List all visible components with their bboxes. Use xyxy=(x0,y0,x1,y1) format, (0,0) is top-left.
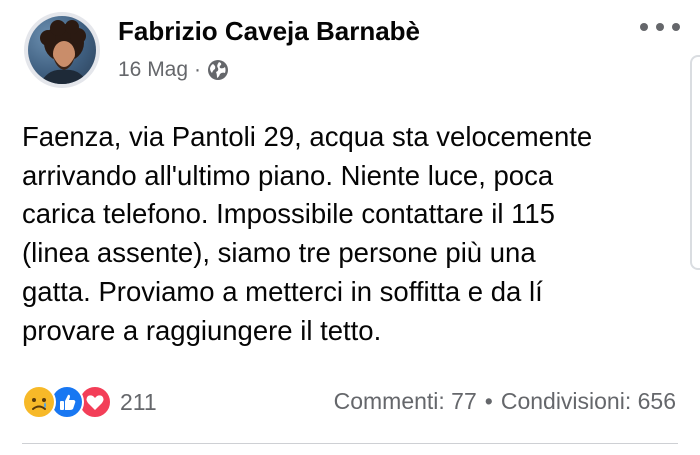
more-dot xyxy=(640,23,648,31)
shares-count[interactable]: Condivisioni: 656 xyxy=(501,388,676,415)
more-dot xyxy=(656,23,664,31)
reactions-summary[interactable]: 211 xyxy=(22,384,157,420)
sad-reaction-icon xyxy=(22,385,56,419)
globe-icon xyxy=(207,59,229,81)
post-meta: 16 Mag · xyxy=(118,58,229,82)
comments-count[interactable]: Commenti: 77 xyxy=(334,388,477,415)
post-text-line: gatta. Proviamo a metterci in soffitta e… xyxy=(22,275,543,307)
adjacent-card-edge xyxy=(690,55,700,270)
meta-separator: · xyxy=(194,58,202,81)
post-text-line: arrivando all'ultimo piano. Niente luce,… xyxy=(22,159,554,191)
reaction-count: 211 xyxy=(120,388,157,415)
author-avatar[interactable] xyxy=(24,12,100,88)
post-card: Fabrizio Caveja Barnabè 16 Mag · Faenza,… xyxy=(0,0,700,455)
more-dot xyxy=(672,23,680,31)
post-text-line: (linea assente), siamo tre persone più u… xyxy=(22,237,536,269)
more-options-icon[interactable] xyxy=(640,20,680,34)
stats-separator: • xyxy=(484,388,493,414)
post-text-line: carica telefono. Impossibile contattare … xyxy=(22,198,555,230)
divider xyxy=(22,443,678,444)
post-text-line: provare a raggiungere il tetto. xyxy=(22,314,382,346)
author-name[interactable]: Fabrizio Caveja Barnabè xyxy=(118,16,420,47)
post-text-line: Faenza, via Pantoli 29, acqua sta veloce… xyxy=(22,121,593,152)
post-stats: Commenti: 77 • Condivisioni: 656 xyxy=(334,388,676,415)
post-date[interactable]: 16 Mag xyxy=(118,58,188,82)
avatar-photo xyxy=(28,16,96,84)
post-text: Faenza, via Pantoli 29, acqua sta veloce… xyxy=(22,118,687,350)
